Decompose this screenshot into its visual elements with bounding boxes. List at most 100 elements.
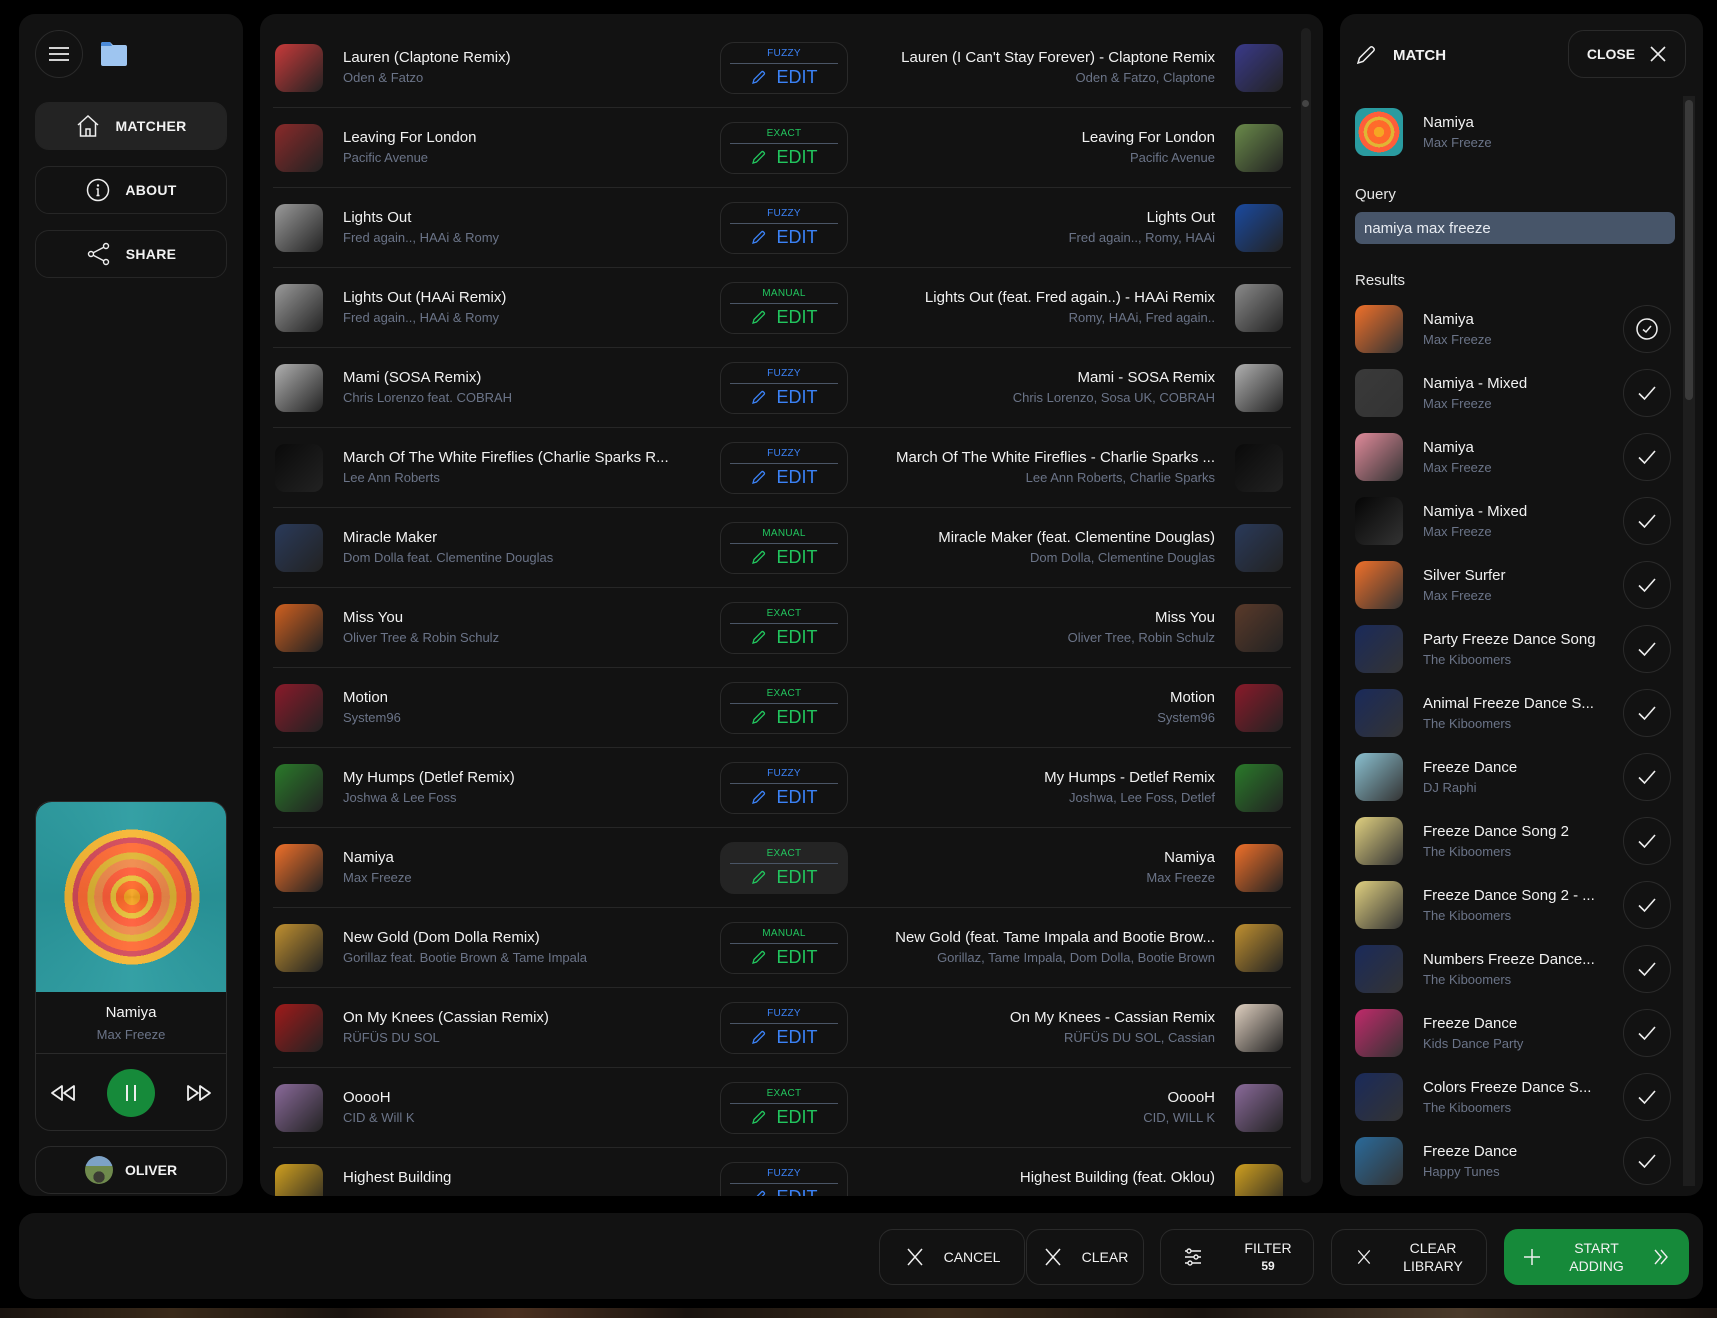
select-result-button[interactable] (1623, 689, 1671, 737)
edit-match-button[interactable]: EXACT EDIT (720, 602, 848, 654)
source-artist: System96 (343, 710, 401, 725)
pencil-icon (756, 1190, 766, 1196)
result-album-art (1355, 881, 1403, 929)
matched-album-art (1235, 924, 1283, 972)
track-list-scroll-thumb[interactable] (1302, 100, 1309, 107)
result-item[interactable]: Freeze Dance Kids Dance Party (1355, 1001, 1671, 1065)
select-result-button[interactable] (1623, 945, 1671, 993)
source-track: Miracle Maker Dom Dolla feat. Clementine… (343, 529, 703, 565)
result-item[interactable]: Namiya - Mixed Max Freeze (1355, 489, 1671, 553)
result-album-art (1355, 689, 1403, 737)
edit-match-button[interactable]: MANUAL EDIT (720, 282, 848, 334)
select-result-button[interactable] (1623, 753, 1671, 801)
result-title: Numbers Freeze Dance... (1423, 951, 1595, 968)
result-item[interactable]: Freeze Dance Song 2 - ... The Kiboomers (1355, 873, 1671, 937)
select-result-button[interactable] (1623, 1073, 1671, 1121)
nav-matcher-label: MATCHER (115, 118, 187, 134)
track-list-scrollbar[interactable] (1301, 28, 1311, 1183)
filter-button[interactable]: FILTER 59 (1160, 1229, 1314, 1285)
result-item[interactable]: Party Freeze Dance Song The Kiboomers (1355, 617, 1671, 681)
result-album-art (1355, 305, 1403, 353)
divider (730, 463, 838, 464)
user-profile-button[interactable]: OLIVER (35, 1146, 227, 1194)
nav-matcher[interactable]: MATCHER (35, 102, 227, 150)
result-title: Namiya - Mixed (1423, 375, 1528, 392)
edit-match-button[interactable]: EXACT EDIT (720, 122, 848, 174)
edit-match-button[interactable]: FUZZY EDIT (720, 202, 848, 254)
result-item[interactable]: Colors Freeze Dance S... The Kiboomers (1355, 1065, 1671, 1129)
pencil-icon (752, 790, 766, 804)
divider (730, 383, 838, 384)
matched-title: Miss You (1154, 609, 1215, 626)
cancel-button[interactable]: CANCEL (879, 1229, 1025, 1285)
result-item[interactable]: Freeze Dance Happy Tunes (1355, 1129, 1671, 1193)
matched-track: Lights Out Fred again.., Romy, HAAi (835, 209, 1215, 245)
matched-title: My Humps - Detlef Remix (1044, 769, 1215, 786)
select-result-button[interactable] (1623, 305, 1671, 353)
edit-match-button[interactable]: FUZZY EDIT (720, 442, 848, 494)
matched-track: Lauren (I Can't Stay Forever) - Claptone… (835, 49, 1215, 85)
match-type-label: FUZZY (767, 368, 801, 379)
select-result-button[interactable] (1623, 625, 1671, 673)
result-item[interactable]: Animal Freeze Dance S... The Kiboomers (1355, 681, 1671, 745)
select-result-button[interactable] (1623, 1009, 1671, 1057)
close-icon (1045, 1248, 1061, 1266)
edit-match-button[interactable]: FUZZY EDIT (720, 362, 848, 414)
match-type-label: EXACT (766, 128, 802, 139)
start-adding-button[interactable]: START ADDING (1504, 1229, 1689, 1285)
edit-match-button[interactable]: FUZZY EDIT (720, 42, 848, 94)
clear-library-button[interactable]: CLEAR LIBRARY (1331, 1229, 1487, 1285)
matched-artist: Oden & Fatzo, Claptone (1075, 70, 1215, 85)
source-title: Lights Out (HAAi Remix) (343, 289, 507, 306)
result-item[interactable]: Numbers Freeze Dance... The Kiboomers (1355, 937, 1671, 1001)
select-result-button[interactable] (1623, 817, 1671, 865)
result-item[interactable]: Namiya - Mixed Max Freeze (1355, 361, 1671, 425)
nav-share[interactable]: SHARE (35, 230, 227, 278)
edit-match-button[interactable]: FUZZY EDIT (720, 1002, 848, 1054)
select-result-button[interactable] (1623, 561, 1671, 609)
select-result-button[interactable] (1623, 881, 1671, 929)
source-track: Namiya Max Freeze (343, 849, 703, 885)
query-input[interactable] (1355, 212, 1675, 244)
nav-about[interactable]: ABOUT (35, 166, 227, 214)
result-item[interactable]: Silver Surfer Max Freeze (1355, 553, 1671, 617)
match-panel-scroll-thumb[interactable] (1685, 100, 1693, 400)
edit-match-button[interactable]: EXACT EDIT (720, 842, 848, 894)
select-result-button[interactable] (1623, 497, 1671, 545)
source-track: Highest Building (343, 1169, 703, 1190)
result-artist: Max Freeze (1423, 524, 1492, 539)
rewind-icon[interactable] (49, 1083, 77, 1103)
edit-match-button[interactable]: MANUAL EDIT (720, 922, 848, 974)
select-result-button[interactable] (1623, 1137, 1671, 1185)
menu-button[interactable] (35, 30, 83, 78)
matched-track: Miss You Oliver Tree, Robin Schulz (835, 609, 1215, 645)
pencil-icon (752, 950, 766, 964)
edit-match-button[interactable]: EXACT EDIT (720, 682, 848, 734)
divider (730, 223, 838, 224)
result-item[interactable]: Freeze Dance DJ Raphi (1355, 745, 1671, 809)
plus-icon (1524, 1249, 1541, 1265)
result-album-art (1355, 1137, 1403, 1185)
edit-match-button[interactable]: FUZZY EDIT (720, 1162, 848, 1196)
select-result-button[interactable] (1623, 369, 1671, 417)
clear-button[interactable]: CLEAR (1026, 1229, 1144, 1285)
matched-artist: Max Freeze (1146, 870, 1215, 885)
matched-artist: Romy, HAAi, Fred again.. (1068, 310, 1215, 325)
matched-album-art (1235, 524, 1283, 572)
fast-forward-icon[interactable] (185, 1083, 213, 1103)
folder-icon[interactable] (99, 40, 129, 68)
close-icon (1650, 46, 1666, 62)
select-result-button[interactable] (1623, 433, 1671, 481)
edit-match-button[interactable]: EXACT EDIT (720, 1082, 848, 1134)
close-button[interactable]: CLOSE (1568, 30, 1686, 78)
result-item[interactable]: Freeze Dance Song 2 The Kiboomers (1355, 809, 1671, 873)
result-item[interactable]: Namiya Max Freeze (1355, 425, 1671, 489)
matched-track: Mami - SOSA Remix Chris Lorenzo, Sosa UK… (835, 369, 1215, 405)
edit-match-button[interactable]: MANUAL EDIT (720, 522, 848, 574)
check-icon (1638, 1154, 1656, 1169)
result-item[interactable]: Namiya Max Freeze (1355, 297, 1671, 361)
matched-album-art (1235, 604, 1283, 652)
edit-match-button[interactable]: FUZZY EDIT (720, 762, 848, 814)
pause-button[interactable] (107, 1069, 155, 1117)
track-row: Leaving For London Pacific Avenue EXACT … (273, 108, 1291, 188)
